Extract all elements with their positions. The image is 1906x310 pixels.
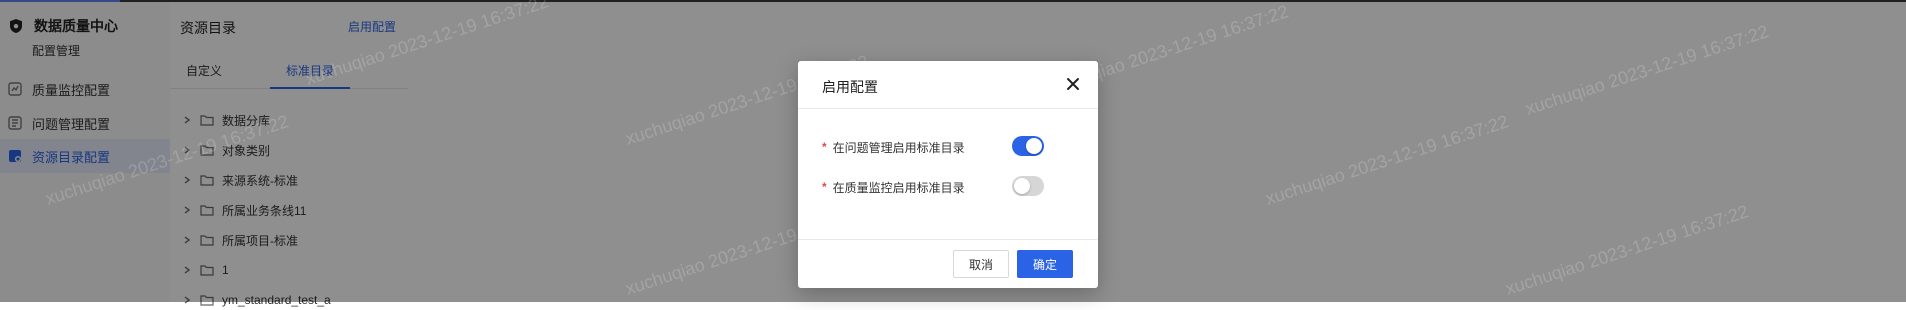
toggle-knob [1014,178,1030,194]
quality-monitor-toggle-row: * 在质量监控启用标准目录 [822,176,1082,198]
close-icon[interactable] [1064,75,1082,93]
modal-header: 启用配置 [798,61,1098,109]
confirm-button[interactable]: 确定 [1017,250,1073,278]
issue-manage-toggle-label: 在问题管理启用标准目录 [832,140,965,155]
issue-manage-toggle-row: * 在问题管理启用标准目录 [822,136,1082,158]
toggle-knob [1026,138,1042,154]
required-asterisk: * [822,180,827,194]
enable-config-modal: 启用配置 * 在问题管理启用标准目录 * 在质量监控启用标准目录 取消 确定 [798,61,1098,288]
modal-title: 启用配置 [822,79,878,95]
modal-footer: 取消 确定 [798,239,1098,289]
required-asterisk: * [822,140,827,154]
quality-monitor-toggle[interactable] [1012,176,1044,196]
quality-monitor-toggle-label: 在质量监控启用标准目录 [832,180,965,195]
issue-manage-toggle[interactable] [1012,136,1044,156]
cancel-button[interactable]: 取消 [953,250,1009,278]
